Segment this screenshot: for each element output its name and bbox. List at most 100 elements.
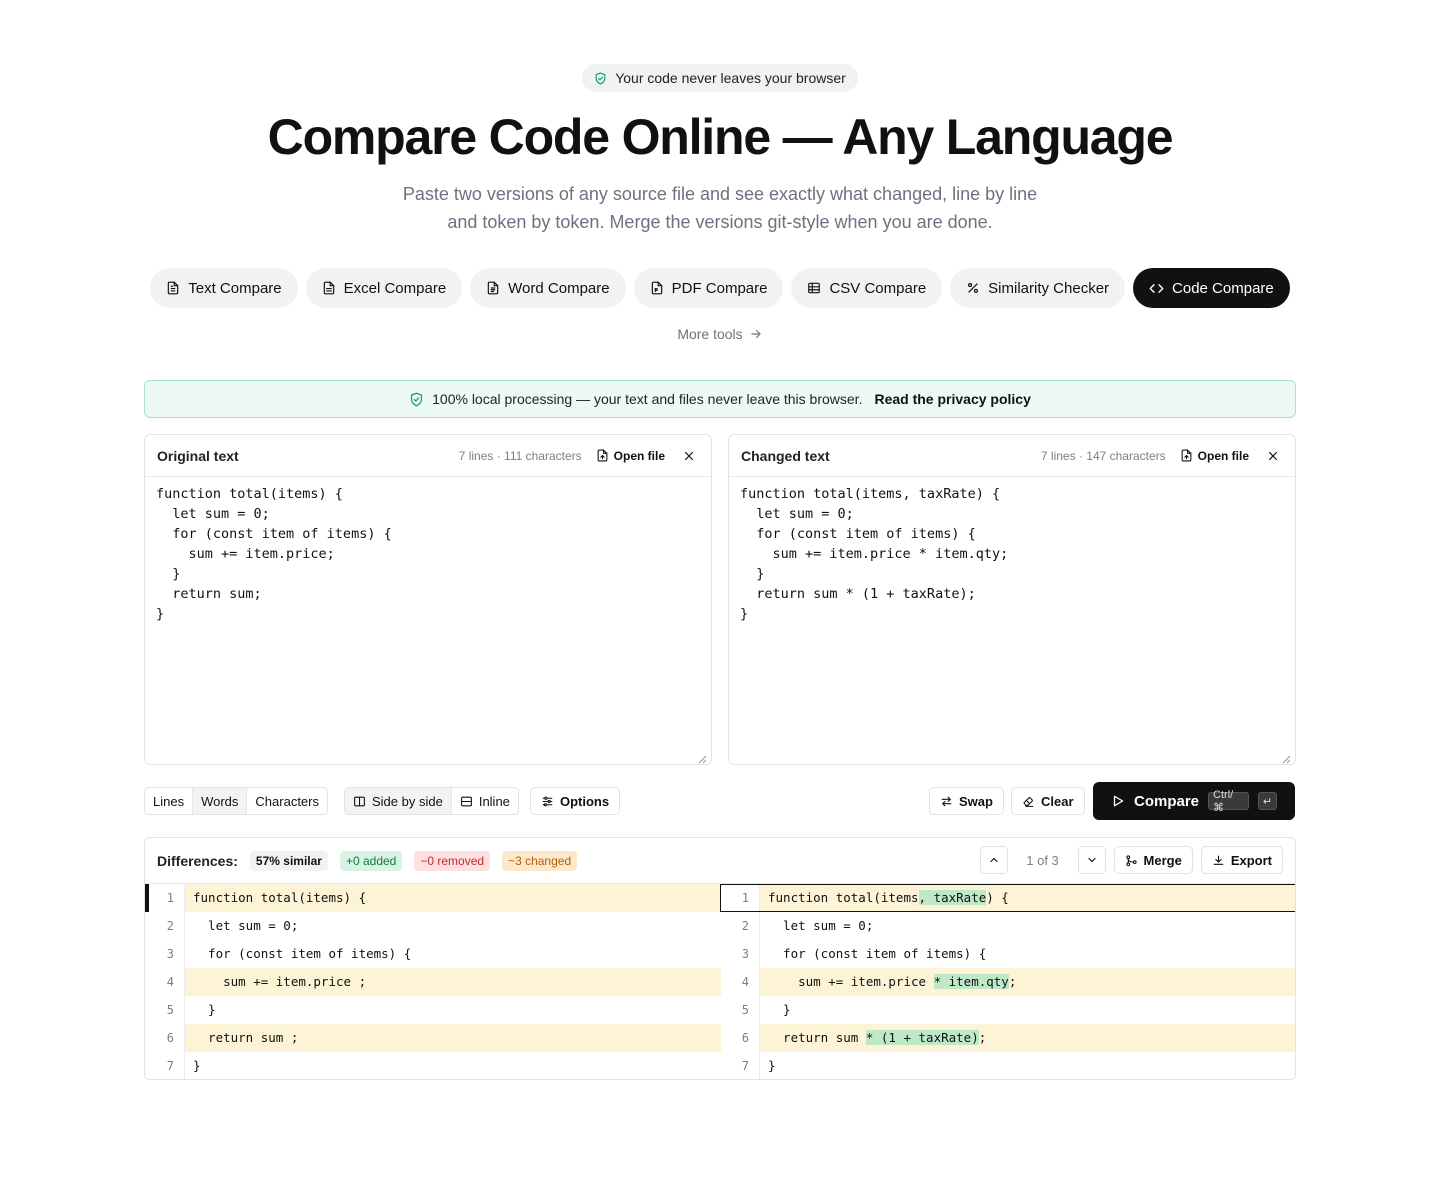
options-button[interactable]: Options <box>530 787 621 815</box>
tool-tab-pdf-compare[interactable]: PDF Compare <box>633 268 784 308</box>
diff-row: 2 let sum = 0; <box>720 912 1295 940</box>
tool-tab-text-compare[interactable]: Text Compare <box>150 268 298 308</box>
previous-change-button[interactable] <box>979 846 1008 874</box>
line-number: 5 <box>720 996 760 1024</box>
diff-row: 3 for (const item of items) { <box>720 940 1295 968</box>
diff-text: } <box>768 1002 791 1017</box>
tool-tab-label: CSV Compare <box>829 279 927 297</box>
diff-text: function total(items <box>768 890 919 905</box>
resize-handle-icon[interactable] <box>1282 751 1291 764</box>
changed-panel-title: Changed text <box>741 447 830 464</box>
next-change-button[interactable] <box>1077 846 1106 874</box>
swap-icon <box>940 795 953 808</box>
tool-tab-label: Text Compare <box>188 279 282 297</box>
tool-tab-label: Word Compare <box>508 279 610 297</box>
resize-handle-icon[interactable] <box>698 751 707 764</box>
diff-left-column: 1 function total(items) {2 let sum = 0; 3 … <box>145 884 721 1079</box>
added-badge: +0 added <box>339 850 403 871</box>
original-stats: 7 lines · 111 characters <box>458 448 582 463</box>
line-number: 4 <box>720 968 760 996</box>
diff-text: } <box>193 1058 201 1073</box>
tool-tab-label: PDF Compare <box>671 279 768 297</box>
diff-text: } <box>193 1002 216 1017</box>
play-icon <box>1111 794 1125 808</box>
original-open-file-button[interactable]: Open file <box>596 449 665 463</box>
tool-tab-word-compare[interactable]: Word Compare <box>470 268 626 308</box>
chevron-down-icon <box>1086 854 1098 866</box>
diff-highlight: * (1 + taxRate) <box>865 1030 979 1045</box>
similarity-badge: 57% similar <box>249 850 328 871</box>
diff-row: 6 return sum * (1 + taxRate); <box>720 1024 1295 1052</box>
more-tools-link[interactable]: More tools <box>677 326 762 342</box>
diff-text: for (const item of items) { <box>768 946 987 961</box>
diff-text: return sum <box>768 1030 866 1045</box>
view-inline-label: Inline <box>478 793 510 809</box>
merge-button[interactable]: Merge <box>1113 846 1193 874</box>
diff-row: 3 for (const item of items) { <box>145 940 721 968</box>
line-number: 3 <box>720 940 760 968</box>
compare-button[interactable]: Compare Ctrl/⌘ ↵ <box>1093 782 1295 820</box>
eraser-icon <box>1022 795 1035 808</box>
changed-badge: ~3 changed <box>502 850 578 871</box>
tool-tab-similarity-checker[interactable]: Similarity Checker <box>950 268 1126 308</box>
granularity-characters[interactable]: Characters <box>247 788 327 814</box>
view-side-by-side[interactable]: Side by side <box>345 788 452 814</box>
rows-icon <box>460 795 473 808</box>
view-side-by-side-label: Side by side <box>372 793 443 809</box>
line-number: 3 <box>145 940 185 968</box>
changed-close-icon[interactable] <box>1267 450 1279 462</box>
diff-text: sum += item.price <box>768 974 934 989</box>
line-number: 1 <box>720 884 760 912</box>
changed-open-file-button[interactable]: Open file <box>1180 449 1249 463</box>
privacy-policy-link[interactable]: Read the privacy policy <box>874 391 1030 407</box>
view-inline[interactable]: Inline <box>452 788 518 814</box>
original-text-input[interactable] <box>156 484 703 758</box>
columns-icon <box>353 795 366 808</box>
changed-text-input[interactable] <box>740 484 1287 758</box>
granularity-switch: Lines Words Characters <box>144 787 328 815</box>
line-number: 4 <box>145 968 185 996</box>
tool-tab-label: Similarity Checker <box>988 279 1110 297</box>
tool-tab-csv-compare[interactable]: CSV Compare <box>791 268 943 308</box>
diff-text: ) { <box>986 890 1009 905</box>
original-panel-title: Original text <box>157 447 239 464</box>
download-icon <box>1212 854 1225 867</box>
diff-code: let sum = 0; <box>185 912 721 940</box>
diff-row: 1 function total(items, taxRate) { <box>720 884 1295 912</box>
file-pdf-icon <box>650 281 664 295</box>
diff-row: 5 } <box>145 996 721 1024</box>
file-text-icon <box>166 281 180 295</box>
tool-tabs: Text Compare Excel Compare Word Compare PDF… <box>0 268 1440 308</box>
file-upload-icon <box>1180 449 1193 462</box>
tool-tab-code-compare[interactable]: Code Compare <box>1133 268 1290 308</box>
diff-body: 1 function total(items) {2 let sum = 0; 3 … <box>145 884 1295 1079</box>
diff-code: } <box>760 996 1295 1024</box>
swap-label: Swap <box>959 793 993 809</box>
tool-tab-excel-compare[interactable]: Excel Compare <box>305 268 463 308</box>
line-number: 5 <box>145 996 185 1024</box>
merge-label: Merge <box>1143 852 1182 868</box>
clear-button[interactable]: Clear <box>1011 787 1085 815</box>
export-button[interactable]: Export <box>1200 846 1283 874</box>
differences-panel: Differences: 57% similar +0 added −0 rem… <box>144 837 1296 1080</box>
more-tools-label: More tools <box>677 326 743 342</box>
original-close-icon[interactable] <box>683 450 695 462</box>
file-upload-icon <box>596 449 609 462</box>
changed-text-panel: Changed text 7 lines · 147 characters Op… <box>728 434 1296 765</box>
privacy-pill: Your code never leaves your browser <box>582 64 858 92</box>
shortcut-enter-key: ↵ <box>1257 792 1277 810</box>
granularity-lines[interactable]: Lines <box>145 788 194 814</box>
line-number: 2 <box>720 912 760 940</box>
diff-row: 6 return sum ; <box>145 1024 721 1052</box>
diff-highlight: * item.qty <box>933 974 1009 989</box>
original-text-panel: Original text 7 lines · 111 characters O… <box>144 434 712 765</box>
line-number: 6 <box>720 1024 760 1052</box>
diff-highlight: , taxRate <box>918 890 987 905</box>
diff-code: return sum ; <box>185 1024 721 1052</box>
granularity-words[interactable]: Words <box>193 788 248 814</box>
diff-row: 7} <box>720 1052 1295 1079</box>
diff-text: let sum = 0; <box>768 918 874 933</box>
diff-text: function total(items) { <box>193 890 367 905</box>
swap-button[interactable]: Swap <box>929 787 1004 815</box>
line-number: 7 <box>720 1052 760 1079</box>
